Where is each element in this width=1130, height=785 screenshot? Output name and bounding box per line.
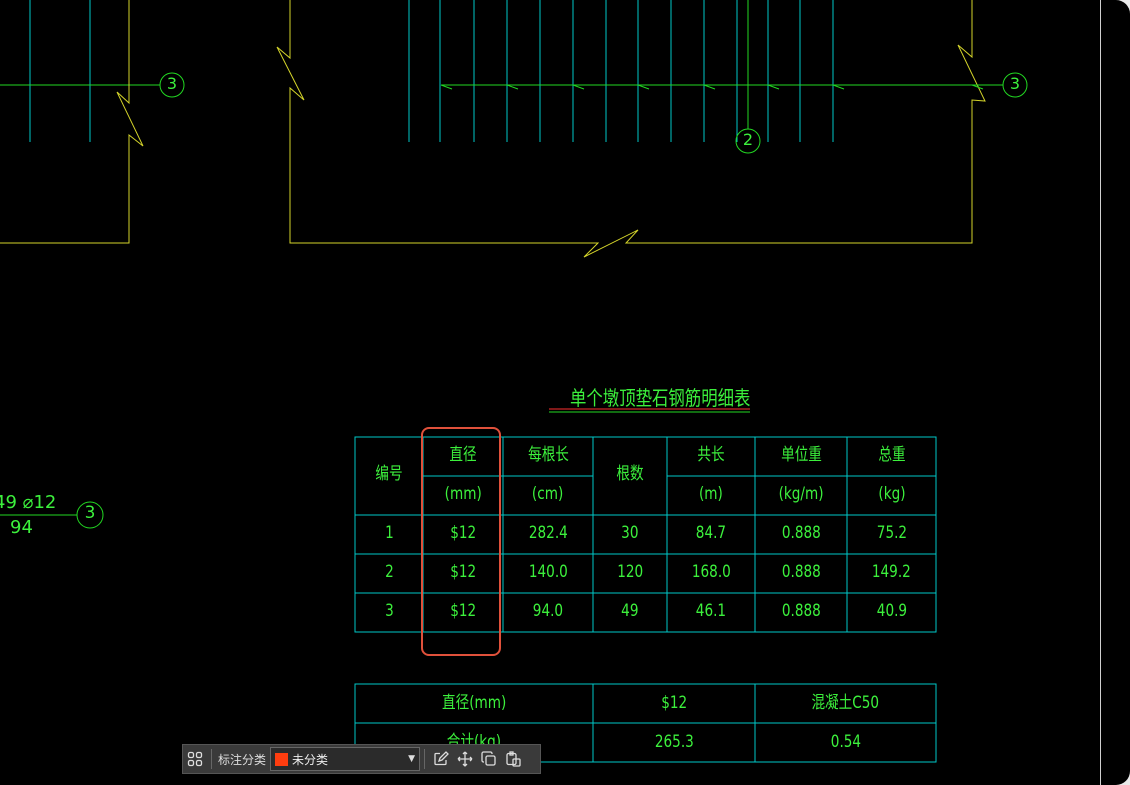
rebar-lines-left xyxy=(29,0,91,142)
paste-icon[interactable] xyxy=(501,747,525,771)
table1-header-unit: (kg/m) xyxy=(778,484,824,504)
table2-cell: $12 xyxy=(661,693,687,713)
table1-cell: 75.2 xyxy=(876,523,907,543)
table1-cell: 3 xyxy=(384,601,394,621)
table-title: 单个墩顶垫石钢筋明细表 xyxy=(570,386,751,410)
category-label: 标注分类 xyxy=(218,752,267,767)
table1-cell: 0.888 xyxy=(781,601,821,621)
table1-cell: 1 xyxy=(384,523,394,543)
grid-icon[interactable] xyxy=(183,747,207,771)
table1-header: 总重 xyxy=(877,445,906,465)
axis-marker-label: 3 xyxy=(1009,74,1021,93)
table1-cell: 282.4 xyxy=(528,523,568,543)
table1-header-unit: (m) xyxy=(699,484,723,504)
category-select[interactable]: 未分类 ▼ xyxy=(270,747,421,771)
copy-icon[interactable] xyxy=(477,747,501,771)
table1-cell: 2 xyxy=(384,562,394,582)
axis-marker-label: 3 xyxy=(166,74,178,93)
table1-cell: 0.888 xyxy=(781,562,821,582)
rebar-lines-center xyxy=(408,0,834,142)
cad-canvas[interactable]: 3 3 2 3 49 ⌀12 94 单个墩顶垫石钢筋明细表 编号 直径 (mm)… xyxy=(0,0,1130,785)
table1-cell: 168.0 xyxy=(691,562,731,582)
toolbar-divider xyxy=(211,749,212,769)
table1-header: 共长 xyxy=(697,445,725,465)
diameter-column-highlight[interactable] xyxy=(421,427,501,656)
edit-icon[interactable] xyxy=(429,747,453,771)
table1-cell: 46.1 xyxy=(695,601,727,621)
table1-cell: 120 xyxy=(617,562,643,582)
chevron-down-icon: ▼ xyxy=(408,754,416,764)
table1-header-unit: (kg) xyxy=(877,484,906,504)
move-icon[interactable] xyxy=(453,747,477,771)
toolbar-divider xyxy=(424,749,426,769)
table1-cell: 94.0 xyxy=(532,601,564,621)
table1-cell: 0.888 xyxy=(781,523,821,543)
rebar-label-count: 49 ⌀12 xyxy=(0,492,57,513)
viewport-edge xyxy=(1100,0,1101,785)
table1-cell: 149.2 xyxy=(872,562,911,582)
table1-header-unit: (cm) xyxy=(532,484,564,504)
table1-header: 单位重 xyxy=(780,445,822,465)
table1-cell: 30 xyxy=(621,523,639,543)
table1-cell: 140.0 xyxy=(528,562,568,582)
rebar-label-length: 94 xyxy=(10,517,33,538)
table1-cell: 49 xyxy=(621,601,639,621)
table2-cell: 0.54 xyxy=(830,732,861,752)
drawing-svg xyxy=(0,0,1028,763)
category-color-swatch xyxy=(275,752,289,766)
table1-cell: 84.7 xyxy=(695,523,727,543)
axis-marker-label: 2 xyxy=(742,130,754,149)
table2-cell: 265.3 xyxy=(654,732,694,752)
table1-header: 根数 xyxy=(616,464,644,484)
table2-cell: 直径(mm) xyxy=(441,693,507,713)
table1-cell: 40.9 xyxy=(876,601,907,621)
table1-header: 编号 xyxy=(375,464,403,484)
table1-header: 每根长 xyxy=(527,445,569,465)
annotation-toolbar: 标注分类 未分类 ▼ xyxy=(182,744,541,774)
axis-marker-label: 3 xyxy=(84,503,96,523)
table2-cell: 混凝土C50 xyxy=(811,693,880,713)
category-value: 未分类 xyxy=(292,752,329,767)
